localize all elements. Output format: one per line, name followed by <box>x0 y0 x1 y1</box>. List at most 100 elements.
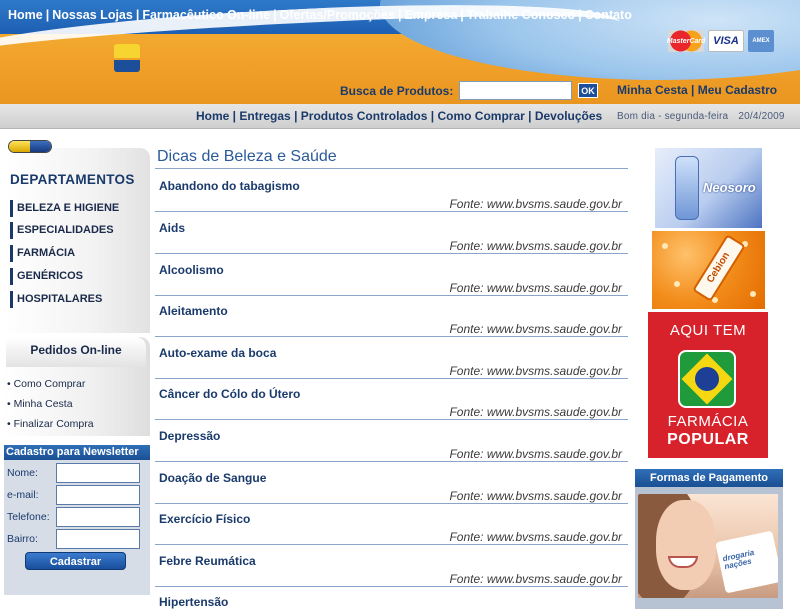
newsletter-phone-field[interactable] <box>56 507 140 527</box>
top-nav-ofertas[interactable]: Ofertas/Promoções <box>280 8 395 22</box>
orders-link-label: Finalizar Compra <box>13 418 94 430</box>
greeting: Bom dia - segunda-feira 20/4/2009 <box>617 111 785 122</box>
search-ok-button[interactable]: OK <box>578 83 598 98</box>
topic-source: Fonte: www.bvsms.saude.gov.br <box>449 322 622 336</box>
topic-source: Fonte: www.bvsms.saude.gov.br <box>449 447 622 461</box>
topic-item: Hipertensão <box>155 586 628 613</box>
farmacia-popular-top-text: AQUI TEM <box>669 322 747 339</box>
topic-source: Fonte: www.bvsms.saude.gov.br <box>449 489 622 503</box>
top-nav: Home | Nossas Lojas | Farmacêutico On-line | O… <box>8 8 632 22</box>
account-links: Minha Cesta | Meu Cadastro <box>617 83 777 97</box>
loyalty-card-text: drogaria nações <box>715 530 778 594</box>
topic-source: Fonte: www.bvsms.saude.gov.br <box>449 530 622 544</box>
orders-link-como-comprar[interactable]: • Como Comprar <box>7 378 85 390</box>
top-nav-trabalhe-conosco[interactable]: Trabalhe Conosco <box>467 8 575 22</box>
dept-genericos[interactable]: GENÉRICOS <box>10 268 130 285</box>
topic-item: Exercício Físico Fonte: www.bvsms.saude.… <box>155 503 628 545</box>
topic-title[interactable]: Auto-exame da boca <box>159 346 276 360</box>
greeting-text: Bom dia - segunda-feira <box>617 111 729 122</box>
topic-item: Aleitamento Fonte: www.bvsms.saude.gov.b… <box>155 295 628 337</box>
topic-title[interactable]: Hipertensão <box>159 595 228 609</box>
dept-farmacia[interactable]: FARMÁCIA <box>10 245 130 262</box>
payment-methods-photo[interactable]: drogaria nações <box>638 494 778 598</box>
payment-cards: MasterCard VISA AMEX <box>667 30 774 52</box>
newsletter-email-label: e-mail: <box>7 489 39 501</box>
title-divider <box>155 168 628 169</box>
sub-nav-entregas[interactable]: Entregas <box>239 109 290 123</box>
topic-source: Fonte: www.bvsms.saude.gov.br <box>449 364 622 378</box>
topic-title[interactable]: Alcoolismo <box>159 263 224 277</box>
farmacia-popular-line2: POPULAR <box>667 431 749 448</box>
logo[interactable] <box>114 44 140 72</box>
topic-title[interactable]: Febre Reumática <box>159 554 256 568</box>
sub-nav-devolucoes[interactable]: Devoluções <box>535 109 602 123</box>
dept-beleza-e-higiene[interactable]: BELEZA E HIGIENE <box>10 200 130 217</box>
orders-link-label: Minha Cesta <box>13 398 73 410</box>
sub-nav-produtos-controlados[interactable]: Produtos Controlados <box>301 109 428 123</box>
brazil-flag-icon <box>678 350 736 408</box>
dept-especialidades[interactable]: ESPECIALIDADES <box>10 222 130 239</box>
top-nav-empresa[interactable]: Empresa <box>404 8 457 22</box>
newsletter-submit-button[interactable]: Cadastrar <box>25 552 126 570</box>
newsletter-district-field[interactable] <box>56 529 140 549</box>
amex-logo: AMEX <box>748 30 774 52</box>
cebion-ad[interactable]: Cebion <box>652 231 765 309</box>
newsletter-title: Cadastro para Newsletter <box>4 445 150 460</box>
orders-link-label: Como Comprar <box>13 378 86 390</box>
topic-item: Alcoolismo Fonte: www.bvsms.saude.gov.br <box>155 254 628 296</box>
sub-nav-home[interactable]: Home <box>196 109 229 123</box>
topic-item: Abandono do tabagismo Fonte: www.bvsms.s… <box>155 170 628 212</box>
newsletter-phone-label: Telefone: <box>7 511 50 523</box>
mastercard-logo: MasterCard <box>667 30 705 52</box>
top-nav-farmaceutico-online[interactable]: Farmacêutico On-line <box>142 8 270 22</box>
my-account-link[interactable]: Meu Cadastro <box>698 83 777 97</box>
topic-title[interactable]: Doação de Sangue <box>159 471 266 485</box>
orders-link-minha-cesta[interactable]: • Minha Cesta <box>7 398 73 410</box>
orders-title: Pedidos On-line <box>6 337 146 367</box>
sub-nav-como-comprar[interactable]: Como Comprar <box>437 109 524 123</box>
account-links-separator: | <box>691 83 695 97</box>
nasal-spray-icon <box>675 156 699 220</box>
top-nav-nossas-lojas[interactable]: Nossas Lojas <box>52 8 133 22</box>
search-input[interactable] <box>459 81 572 100</box>
top-nav-home[interactable]: Home <box>8 8 43 22</box>
newsletter-district-label: Bairro: <box>7 533 38 545</box>
topic-item: Doação de Sangue Fonte: www.bvsms.saude.… <box>155 462 628 504</box>
sub-nav-bar: Home | Entregas | Produtos Controlados |… <box>0 104 800 129</box>
topic-source: Fonte: www.bvsms.saude.gov.br <box>449 572 622 586</box>
neosoro-ad[interactable]: Neosoro <box>655 148 762 228</box>
newsletter-name-label: Nome: <box>7 467 38 479</box>
topic-title[interactable]: Câncer do Cólo do Útero <box>159 387 300 401</box>
cebion-tube-label: Cebion <box>692 234 746 302</box>
topic-item: Auto-exame da boca Fonte: www.bvsms.saud… <box>155 337 628 379</box>
page-title: Dicas de Beleza e Saúde <box>157 148 337 165</box>
farmacia-popular-ad[interactable]: AQUI TEM FARMÁCIA POPULAR <box>648 312 768 458</box>
my-cart-link[interactable]: Minha Cesta <box>617 83 688 97</box>
topic-source: Fonte: www.bvsms.saude.gov.br <box>449 405 622 419</box>
topic-source: Fonte: www.bvsms.saude.gov.br <box>449 239 622 253</box>
topic-item: Febre Reumática Fonte: www.bvsms.saude.g… <box>155 545 628 587</box>
topic-title[interactable]: Exercício Físico <box>159 512 250 526</box>
newsletter-name-field[interactable] <box>56 463 140 483</box>
payment-methods-title: Formas de Pagamento <box>635 469 783 487</box>
sub-nav: Home | Entregas | Produtos Controlados |… <box>196 109 603 123</box>
departments-title: DEPARTAMENTOS <box>10 172 135 187</box>
visa-logo: VISA <box>708 30 744 52</box>
topic-title[interactable]: Depressão <box>159 429 220 443</box>
topic-title[interactable]: Aids <box>159 221 185 235</box>
topic-item: Aids Fonte: www.bvsms.saude.gov.br <box>155 212 628 254</box>
neosoro-ad-label: Neosoro <box>703 180 756 195</box>
greeting-date: 20/4/2009 <box>738 111 785 122</box>
topic-title[interactable]: Abandono do tabagismo <box>159 179 300 193</box>
topic-source: Fonte: www.bvsms.saude.gov.br <box>449 281 622 295</box>
topic-item: Depressão Fonte: www.bvsms.saude.gov.br <box>155 420 628 462</box>
farmacia-popular-line1: FARMÁCIA <box>667 413 749 430</box>
top-nav-contato[interactable]: Contato <box>585 8 632 22</box>
topic-item: Câncer do Cólo do Útero Fonte: www.bvsms… <box>155 378 628 420</box>
newsletter-email-field[interactable] <box>56 485 140 505</box>
dept-hospitalares[interactable]: HOSPITALARES <box>10 291 130 308</box>
topic-title[interactable]: Aleitamento <box>159 304 228 318</box>
topic-source: Fonte: www.bvsms.saude.gov.br <box>449 197 622 211</box>
orders-link-finalizar-compra[interactable]: • Finalizar Compra <box>7 418 94 430</box>
pill-icon <box>8 140 52 153</box>
